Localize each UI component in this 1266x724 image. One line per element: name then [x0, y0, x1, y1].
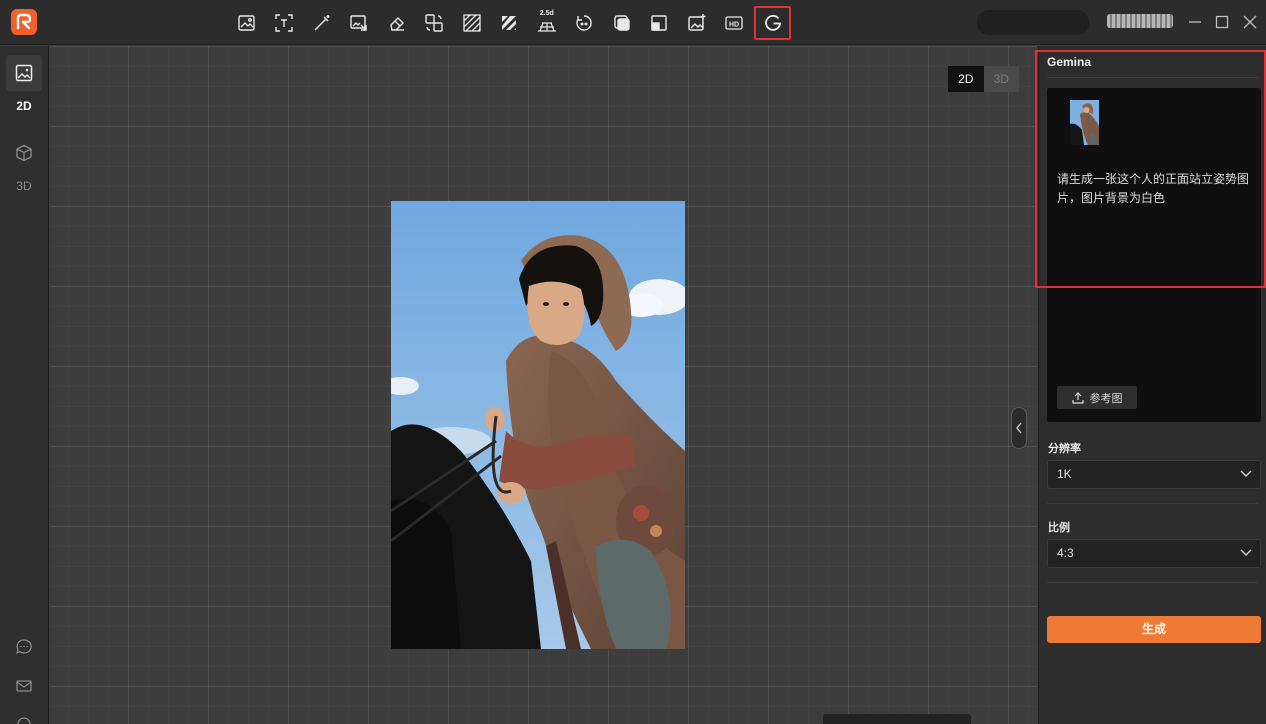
- divider: [1047, 77, 1258, 78]
- chevron-down-icon: [1240, 470, 1252, 477]
- title-bar: 2.5d HD: [0, 0, 1266, 45]
- chevron-down-icon: [1240, 549, 1252, 556]
- prompt-area[interactable]: 请生成一张这个人的正面站立姿势图片，图片背景为白色 参考图: [1047, 88, 1261, 422]
- maximize-icon[interactable]: [1212, 12, 1232, 32]
- crop-square-icon[interactable]: [641, 6, 679, 40]
- prompt-text[interactable]: 请生成一张这个人的正面站立姿势图片，图片背景为白色: [1057, 170, 1257, 208]
- app-window: 2.5d HD 2D 3D 2D 3D Gemina 请生成一张这个人的正面站立…: [0, 0, 1266, 724]
- texture-icon[interactable]: [453, 6, 491, 40]
- upload-icon: [1071, 391, 1084, 404]
- slash-pattern-icon[interactable]: [491, 6, 529, 40]
- cube-icon: [16, 144, 32, 162]
- eraser-icon[interactable]: [378, 6, 416, 40]
- sidebar-item-3d[interactable]: [6, 135, 42, 171]
- mode-2d-button[interactable]: 2D: [948, 66, 984, 92]
- reference-button-label: 参考图: [1089, 392, 1123, 405]
- perspective-grid-icon[interactable]: 2.5d: [528, 6, 566, 40]
- divider: [1047, 582, 1258, 583]
- panel-title: Gemina: [1047, 55, 1092, 69]
- chevron-left-icon: [1016, 422, 1022, 434]
- resolution-value: 1K: [1057, 467, 1072, 481]
- sidebar-item-label: 3D: [16, 179, 32, 193]
- generate-button[interactable]: 生成: [1047, 616, 1261, 643]
- right-panel: Gemina 请生成一张这个人的正面站立姿势图片，图片背景为白色 参考图 分辨率: [1038, 46, 1266, 724]
- close-icon[interactable]: [1240, 12, 1260, 32]
- settings-icon[interactable]: [6, 706, 42, 724]
- ratio-select[interactable]: 4:3: [1047, 539, 1261, 568]
- resolution-select[interactable]: 1K: [1047, 460, 1261, 489]
- mode-3d-button[interactable]: 3D: [984, 66, 1020, 92]
- canvas-zoom-bar[interactable]: [823, 714, 971, 724]
- mail-icon[interactable]: [6, 668, 42, 704]
- divider: [1047, 503, 1258, 504]
- image-edit-icon[interactable]: [228, 6, 266, 40]
- ratio-label: 比例: [1048, 522, 1070, 534]
- add-image-icon[interactable]: [678, 6, 716, 40]
- canvas-image[interactable]: [391, 201, 685, 649]
- minimize-icon[interactable]: [1185, 12, 1205, 32]
- reference-image-button[interactable]: 参考图: [1057, 386, 1137, 409]
- app-logo-icon: [11, 9, 37, 35]
- toolbar: 2.5d HD: [228, 6, 791, 40]
- panel-collapse-toggle[interactable]: [1011, 407, 1027, 449]
- canvas-area[interactable]: 2D 3D: [50, 46, 1037, 724]
- view-mode-toggle: 2D 3D: [948, 66, 1019, 92]
- resolution-label: 分辨率: [1048, 443, 1081, 455]
- left-sidebar: 2D 3D: [0, 46, 49, 724]
- chat-icon[interactable]: [6, 629, 42, 665]
- hd-upscale-icon[interactable]: HD: [716, 6, 754, 40]
- swap-image-icon[interactable]: [416, 6, 454, 40]
- image-icon: [15, 64, 33, 82]
- sidebar-item-2d[interactable]: [6, 55, 42, 91]
- user-account-pill[interactable]: [977, 10, 1089, 35]
- hd-label: HD: [729, 22, 739, 29]
- reference-thumbnail[interactable]: [1070, 100, 1099, 145]
- user-name-blurred: [1107, 14, 1173, 28]
- face-swap-icon[interactable]: [566, 6, 604, 40]
- sidebar-item-label: 2D: [16, 99, 32, 113]
- magic-wand-icon[interactable]: [303, 6, 341, 40]
- ratio-value: 4:3: [1057, 546, 1074, 560]
- image-replace-icon[interactable]: [341, 6, 379, 40]
- ocr-text-icon[interactable]: [266, 6, 304, 40]
- layers-icon[interactable]: [603, 6, 641, 40]
- gemini-g-icon[interactable]: [754, 6, 791, 40]
